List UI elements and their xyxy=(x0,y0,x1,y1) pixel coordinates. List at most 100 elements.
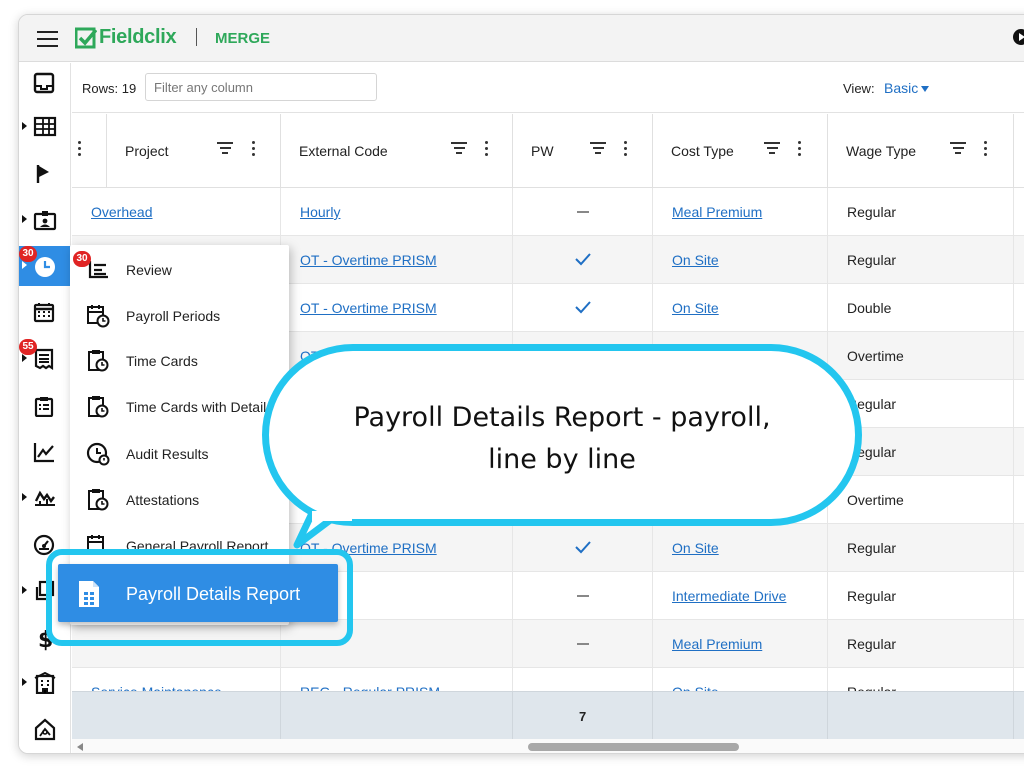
sidebar-item-chart[interactable] xyxy=(19,432,71,472)
table-cell-pw xyxy=(513,284,653,332)
menu-item-attestations[interactable]: Attestations xyxy=(70,477,289,521)
calendar-icon xyxy=(33,303,55,323)
grid-toolbar: Rows: 19 View: Basic xyxy=(72,63,1024,113)
menu-item-label: Time Cards xyxy=(126,353,198,369)
cell-link[interactable]: Intermediate Drive xyxy=(672,588,786,604)
column-menu-icon[interactable] xyxy=(624,141,628,157)
time-cards-icon xyxy=(88,350,109,372)
filter-icon[interactable] xyxy=(764,142,780,156)
expand-caret-icon xyxy=(22,586,27,594)
filter-icon[interactable] xyxy=(217,142,233,156)
column-header-project[interactable]: Project xyxy=(107,114,281,188)
sidebar-item-building[interactable] xyxy=(19,663,71,703)
scrollbar-thumb[interactable] xyxy=(528,743,739,751)
column-header-label: Cost Type xyxy=(671,143,734,159)
logo-divider xyxy=(196,28,197,46)
expand-caret-icon xyxy=(22,261,27,269)
sidebar-item-map[interactable] xyxy=(19,709,71,749)
sidebar-item-badge[interactable] xyxy=(19,200,71,240)
column-menu-icon[interactable] xyxy=(798,141,802,157)
grid-footer-row: 7 xyxy=(72,691,1024,740)
cell-link[interactable]: Overhead xyxy=(91,204,152,220)
callout-tail-joint xyxy=(312,511,352,521)
column-header-overflow[interactable] xyxy=(72,114,107,188)
hamburger-menu-icon[interactable] xyxy=(37,31,58,47)
table-cell-wage-type: Regular xyxy=(828,236,1014,284)
cell-text: Regular xyxy=(847,636,897,652)
table-cell-wage-type: Double xyxy=(828,284,1014,332)
menu-item-payroll-periods[interactable]: Payroll Periods xyxy=(70,293,289,337)
menu-item-time-cards-details[interactable]: Time Cards with Details xyxy=(70,384,289,428)
cell-link[interactable]: On Site xyxy=(672,300,719,316)
payroll-periods-icon xyxy=(87,305,110,328)
sidebar-item-receipt[interactable]: 55 xyxy=(19,339,71,379)
footer-cell xyxy=(828,692,1014,740)
expand-caret-icon xyxy=(22,215,27,223)
menu-item-label: Payroll Details Report xyxy=(126,584,301,604)
callout-line-1: Payroll Details Report - payroll, xyxy=(353,402,771,433)
cell-link[interactable]: Meal Premium xyxy=(672,636,762,652)
cell-link[interactable]: OT - Overtime PRISM xyxy=(300,300,437,316)
table-row[interactable]: Overhead Hourly Meal Premium Regular xyxy=(72,188,1024,236)
menu-item-label: Audit Results xyxy=(126,446,209,462)
table-icon xyxy=(33,116,57,137)
horizontal-scrollbar[interactable] xyxy=(72,739,1024,753)
sidebar-item-flag[interactable] xyxy=(19,154,71,194)
filter-input[interactable] xyxy=(145,73,377,101)
cell-text: Regular xyxy=(847,204,897,220)
cell-link[interactable]: OT - Overtime PRISM xyxy=(300,252,437,268)
table-cell-wage-type: Overtime xyxy=(828,332,1014,380)
cell-link[interactable]: On Site xyxy=(672,540,719,556)
column-header-external-code[interactable]: External Code xyxy=(281,114,513,188)
check-icon xyxy=(575,541,591,554)
menu-item-time-cards[interactable]: Time Cards xyxy=(70,338,289,382)
notification-badge: 30 xyxy=(73,251,91,267)
sidebar-item-calendar[interactable] xyxy=(19,292,71,332)
column-header-cost-type[interactable]: Cost Type xyxy=(653,114,828,188)
view-selector[interactable]: Basic xyxy=(884,80,918,96)
sidebar-item-clipboard[interactable] xyxy=(19,386,71,426)
column-header-label: Project xyxy=(125,143,169,159)
sidebar-item-inbox[interactable] xyxy=(19,63,71,103)
menu-item-review[interactable]: 30 Review xyxy=(70,247,289,291)
receipt-icon xyxy=(34,348,54,370)
table-cell-external-code: OT - Overtime PRISM xyxy=(281,236,513,284)
scroll-left-icon[interactable] xyxy=(77,743,83,751)
flag-icon xyxy=(36,165,49,183)
sidebar-item-time[interactable]: 30 xyxy=(19,246,71,286)
footer-cell xyxy=(281,692,513,740)
attestations-icon xyxy=(88,489,109,511)
cell-text: Overtime xyxy=(847,492,904,508)
cell-link[interactable]: Meal Premium xyxy=(672,204,762,220)
dash-icon xyxy=(577,643,589,645)
table-cell-external-code: Hourly xyxy=(281,188,513,236)
column-menu-icon[interactable] xyxy=(984,141,988,157)
table-cell-pw xyxy=(513,524,653,572)
environment-label: MERGE xyxy=(215,30,271,47)
column-header-pw[interactable]: PW xyxy=(513,114,653,188)
cell-link[interactable]: On Site xyxy=(672,252,719,268)
cell-text: Regular xyxy=(847,252,897,268)
filter-icon[interactable] xyxy=(451,142,467,156)
column-header-label: Wage Type xyxy=(846,143,917,159)
cell-text: Overtime xyxy=(847,348,904,364)
expand-caret-icon xyxy=(22,678,27,686)
column-menu-icon[interactable] xyxy=(252,141,256,157)
callout-line-2: line by line xyxy=(488,444,636,475)
column-menu-icon[interactable] xyxy=(78,141,82,157)
play-icon[interactable] xyxy=(1013,29,1024,45)
filter-icon[interactable] xyxy=(590,142,606,156)
footer-cell xyxy=(72,692,281,740)
sidebar-item-table[interactable] xyxy=(19,107,71,147)
column-header-wage-type[interactable]: Wage Type xyxy=(828,114,1014,188)
menu-item-payroll-details-report[interactable]: Payroll Details Report xyxy=(58,564,338,622)
menu-item-audit-results[interactable]: Audit Results xyxy=(70,431,289,475)
audit-icon xyxy=(86,442,110,466)
cell-link[interactable]: Hourly xyxy=(300,204,340,220)
column-menu-icon[interactable] xyxy=(485,141,489,157)
sidebar-item-chart-down[interactable] xyxy=(19,478,71,518)
chart-line-icon xyxy=(33,443,54,463)
filter-icon[interactable] xyxy=(950,142,966,156)
chevron-down-icon[interactable] xyxy=(921,86,929,92)
table-cell-pw xyxy=(513,188,653,236)
